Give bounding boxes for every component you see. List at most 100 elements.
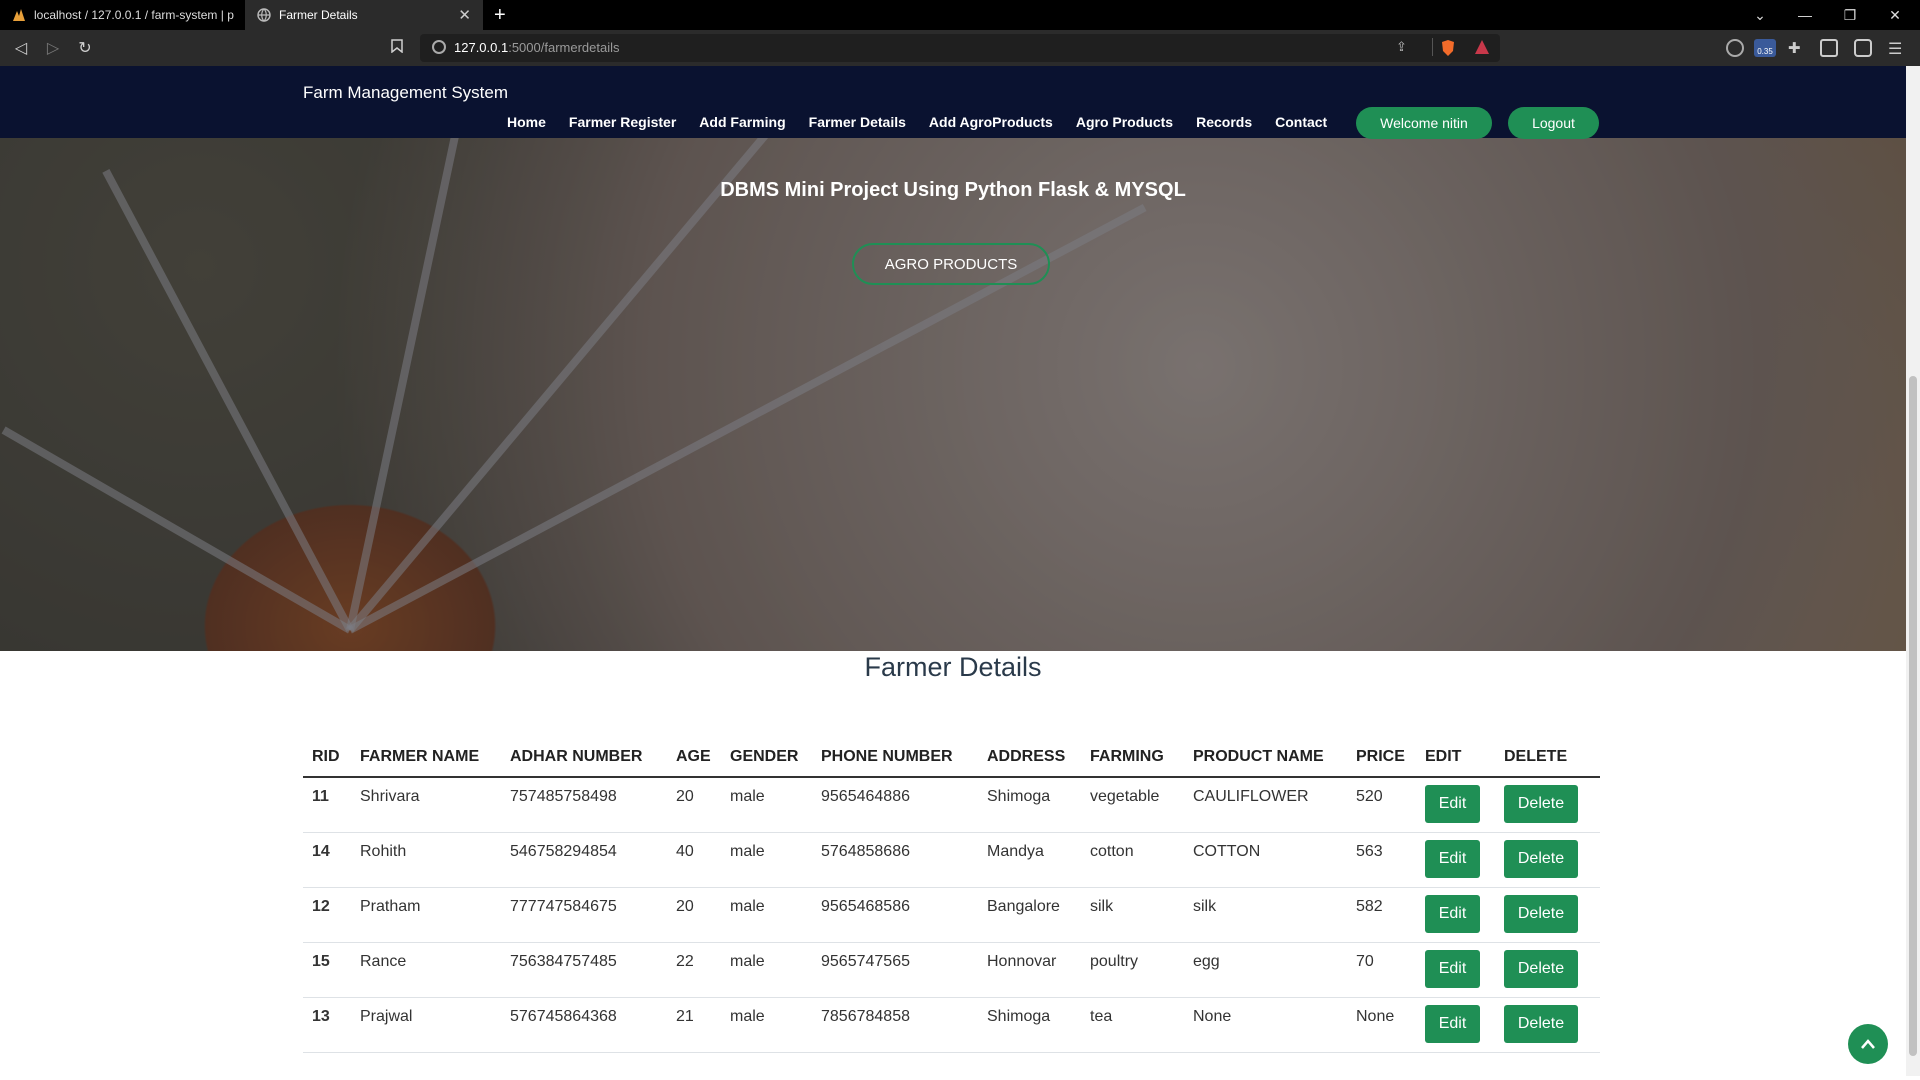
edit-button[interactable]: Edit [1425, 894, 1480, 933]
column-header: ADHAR NUMBER [501, 741, 667, 778]
menu-icon[interactable]: ☰ [1888, 39, 1906, 58]
nav-farmer-register[interactable]: Farmer Register [569, 114, 676, 130]
site-brand[interactable]: Farm Management System [303, 83, 508, 103]
tab-phpmyadmin[interactable]: localhost / 127.0.0.1 / farm-system | p [0, 0, 243, 30]
cell-age: 21 [667, 997, 721, 1053]
cell-address: Bangalore [978, 887, 1081, 943]
cell-farmer-name: Rance [351, 942, 501, 998]
chevron-up-icon [1860, 1034, 1876, 1055]
nav-farmer-details[interactable]: Farmer Details [809, 114, 906, 130]
cell-rid: 15 [303, 942, 351, 998]
column-header: EDIT [1416, 741, 1495, 778]
nav-records[interactable]: Records [1196, 114, 1252, 130]
logout-button[interactable]: Logout [1508, 107, 1599, 139]
column-header: ADDRESS [978, 741, 1081, 778]
cell-phone-number: 9565747565 [812, 942, 978, 998]
delete-button[interactable]: Delete [1504, 839, 1578, 878]
forward-icon[interactable]: ▷ [42, 38, 64, 60]
table-row: 14 Rohith 546758294854 40 male 576485868… [303, 832, 1600, 888]
cell-delete: Delete [1495, 777, 1600, 833]
cell-address: Honnovar [978, 942, 1081, 998]
table-row: 13 Prajwal 576745864368 21 male 78567848… [303, 997, 1600, 1053]
share-icon[interactable]: ⇪ [1396, 39, 1407, 55]
cell-age: 20 [667, 777, 721, 833]
restore-icon[interactable]: ❐ [1830, 0, 1870, 30]
cell-delete: Delete [1495, 832, 1600, 888]
nav-add-farming[interactable]: Add Farming [699, 114, 785, 130]
agro-products-button[interactable]: AGRO PRODUCTS [852, 243, 1050, 285]
cell-edit: Edit [1416, 887, 1495, 943]
cell-age: 40 [667, 832, 721, 888]
tab-search-icon[interactable]: ⌄ [1740, 0, 1780, 30]
welcome-button[interactable]: Welcome nitin [1356, 107, 1492, 139]
browser-toolbar: ◁ ▷ ↻ 127.0.0.1:5000/farmerdetails ⇪ 0.3… [0, 30, 1920, 66]
delete-button[interactable]: Delete [1504, 949, 1578, 988]
nav-contact[interactable]: Contact [1275, 114, 1327, 130]
minimize-icon[interactable]: — [1785, 0, 1825, 30]
cell-gender: male [721, 887, 812, 943]
delete-button[interactable]: Delete [1504, 894, 1578, 933]
tab-title: localhost / 127.0.0.1 / farm-system | p [34, 8, 234, 22]
globe-icon [257, 8, 271, 22]
cell-age: 22 [667, 942, 721, 998]
edit-button[interactable]: Edit [1425, 1004, 1480, 1043]
bookmark-icon[interactable] [386, 38, 408, 60]
new-tab-icon[interactable]: + [494, 4, 506, 26]
address-bar[interactable]: 127.0.0.1:5000/farmerdetails ⇪ [420, 34, 1500, 62]
brave-rewards-icon[interactable] [1474, 39, 1490, 58]
extensions-puzzle-icon[interactable]: ✚ [1788, 39, 1806, 57]
cell-age: 20 [667, 887, 721, 943]
url-text: 127.0.0.1:5000/farmerdetails [454, 40, 620, 55]
nav-links: Home Farmer Register Add Farming Farmer … [507, 114, 1327, 130]
cell-gender: male [721, 777, 812, 833]
back-icon[interactable]: ◁ [10, 38, 32, 60]
extension-badge-icon[interactable]: 0.35 [1754, 39, 1776, 57]
extension-icon[interactable] [1726, 39, 1744, 57]
wallet-icon[interactable] [1854, 39, 1872, 57]
column-header: FARMING [1081, 741, 1184, 778]
column-header: AGE [667, 741, 721, 778]
sidebar-icon[interactable] [1820, 39, 1838, 57]
close-tab-icon[interactable]: ✕ [458, 6, 471, 24]
cell-farmer-name: Pratham [351, 887, 501, 943]
cell-delete: Delete [1495, 887, 1600, 943]
page-scrollbar[interactable] [1906, 66, 1920, 1076]
cell-farmer-name: Prajwal [351, 997, 501, 1053]
phpmyadmin-icon [12, 8, 26, 22]
edit-button[interactable]: Edit [1425, 949, 1480, 988]
cell-delete: Delete [1495, 942, 1600, 998]
nav-add-agroproducts[interactable]: Add AgroProducts [929, 114, 1053, 130]
edit-button[interactable]: Edit [1425, 839, 1480, 878]
column-header: PHONE NUMBER [812, 741, 978, 778]
cell-gender: male [721, 942, 812, 998]
reload-icon[interactable]: ↻ [74, 38, 96, 60]
cell-adhar-number: 757485758498 [501, 777, 667, 833]
nav-home[interactable]: Home [507, 114, 546, 130]
window-close-icon[interactable]: ✕ [1875, 0, 1915, 30]
table-header-row: RID FARMER NAME ADHAR NUMBER AGE GENDER … [303, 741, 1600, 778]
site-info-icon[interactable] [432, 40, 446, 54]
tab-farmer-details[interactable]: Farmer Details ✕ [245, 0, 483, 30]
cell-farmer-name: Shrivara [351, 777, 501, 833]
edit-button[interactable]: Edit [1425, 785, 1480, 823]
nav-agro-products[interactable]: Agro Products [1076, 114, 1173, 130]
delete-button[interactable]: Delete [1504, 785, 1578, 823]
cell-product-name: silk [1184, 887, 1347, 943]
cell-rid: 12 [303, 887, 351, 943]
delete-button[interactable]: Delete [1504, 1004, 1578, 1043]
divider [1432, 38, 1433, 56]
cell-price: 563 [1347, 832, 1416, 888]
cell-delete: Delete [1495, 997, 1600, 1053]
cell-rid: 11 [303, 777, 351, 833]
hero-section: DBMS Mini Project Using Python Flask & M… [0, 66, 1906, 651]
cell-address: Shimoga [978, 777, 1081, 833]
hero-overlay [0, 66, 1906, 651]
column-header: FARMER NAME [351, 741, 501, 778]
scroll-to-top-button[interactable] [1848, 1024, 1888, 1064]
column-header: GENDER [721, 741, 812, 778]
cell-product-name: COTTON [1184, 832, 1347, 888]
cell-product-name: CAULIFLOWER [1184, 777, 1347, 833]
scrollbar-thumb[interactable] [1909, 376, 1917, 1056]
brave-shields-icon[interactable] [1440, 39, 1456, 60]
farmer-details-table: RID FARMER NAME ADHAR NUMBER AGE GENDER … [303, 741, 1600, 1053]
